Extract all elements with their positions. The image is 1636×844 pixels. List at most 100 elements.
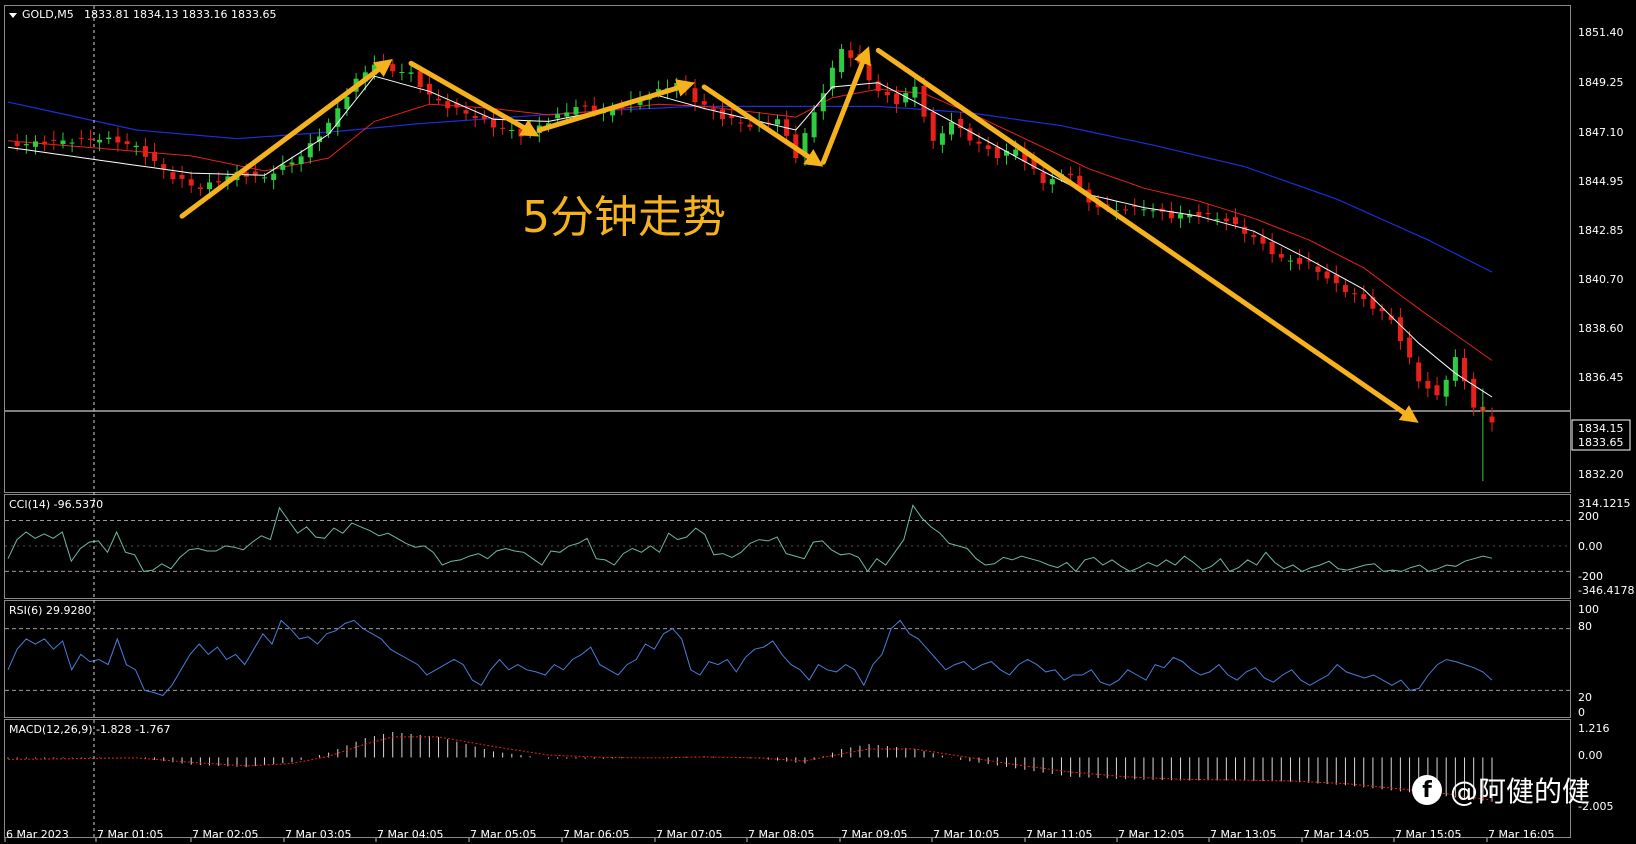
candle-body <box>738 122 744 124</box>
candle-body <box>720 109 725 120</box>
candle-body <box>152 152 158 161</box>
candle-body <box>1269 242 1275 255</box>
rsi-tick-label: 20 <box>1578 691 1592 704</box>
candle-body <box>97 139 103 143</box>
ohlc-values: 1833.81 1834.13 1833.16 1833.65 <box>84 8 276 21</box>
candle-body <box>1416 362 1422 382</box>
candle-body <box>14 141 20 146</box>
candle-body <box>1352 293 1358 295</box>
cci-tick-label: 314.1215 <box>1578 497 1631 510</box>
price-tick-label: 1849.25 <box>1578 76 1624 89</box>
candle-body <box>1324 271 1330 279</box>
candle-body <box>262 177 267 179</box>
candle-body <box>1288 260 1293 262</box>
candle-body <box>1013 149 1019 156</box>
candle-body <box>197 187 203 189</box>
candle-body <box>829 67 835 89</box>
candle-body <box>23 144 29 146</box>
candle-body <box>930 112 936 141</box>
candle-body <box>42 141 48 145</box>
candle-body <box>564 112 570 117</box>
candle-body <box>811 112 817 138</box>
price-tick-label: 1851.40 <box>1578 26 1624 39</box>
candle-body <box>555 114 561 119</box>
price-tick-label: 1842.85 <box>1578 224 1624 237</box>
cci-tick-label: 200 <box>1578 510 1599 523</box>
candle-body <box>573 107 579 115</box>
candle-body <box>775 119 780 125</box>
candle-body <box>1178 214 1183 219</box>
candle-body <box>1278 254 1284 258</box>
time-label: 7 Mar 02:05 <box>192 828 258 841</box>
candle-body <box>472 115 478 119</box>
time-label: 7 Mar 15:05 <box>1395 828 1461 841</box>
candle-body <box>985 145 991 150</box>
cci-tick-label: -200 <box>1578 570 1603 583</box>
rsi-title: RSI(6) 29.9280 <box>9 604 91 617</box>
candle-body <box>445 101 451 109</box>
time-label: 7 Mar 06:05 <box>563 828 629 841</box>
candle-body <box>1471 378 1477 408</box>
candle-body <box>390 64 396 72</box>
macd-title: MACD(12,26,9) -1.828 -1.767 <box>9 723 170 736</box>
candle-body <box>692 88 698 102</box>
candle-body <box>142 146 148 157</box>
time-label: 7 Mar 04:05 <box>377 828 443 841</box>
time-label: 7 Mar 14:05 <box>1303 828 1369 841</box>
candle-body <box>344 96 350 109</box>
candle-body <box>1297 258 1303 264</box>
time-label: 7 Mar 01:05 <box>97 828 163 841</box>
candle-body <box>1452 357 1458 381</box>
macd-tick-label: 0.00 <box>1578 749 1603 762</box>
trading-chart: 1851.40 1849.25 1847.10 1844.95 1842.85 … <box>0 0 1636 844</box>
price-tick-label: 1844.95 <box>1578 175 1624 188</box>
candle-body <box>1196 211 1202 216</box>
candle-body <box>994 147 1000 158</box>
time-label: 7 Mar 10:05 <box>933 828 999 841</box>
candle-body <box>491 118 496 128</box>
candle-body <box>839 49 845 72</box>
symbol-label: GOLD,M5 <box>22 8 74 21</box>
watermark-text: @阿健的健 <box>1449 775 1590 808</box>
candle-body <box>33 141 38 147</box>
watermark: f @阿健的健 <box>1411 770 1590 810</box>
candle-body <box>1333 274 1339 284</box>
last-price-label: 1833.65 <box>1578 436 1624 449</box>
time-label: 7 Mar 08:05 <box>748 828 814 841</box>
candle-body <box>866 64 872 81</box>
candle-body <box>463 110 469 114</box>
candle-body <box>271 173 277 180</box>
cci-title: CCI(14) -96.5370 <box>9 498 103 511</box>
candle-body <box>335 108 341 127</box>
candle-body <box>188 179 194 186</box>
candle-body <box>1205 212 1211 215</box>
candle-body <box>1260 236 1266 244</box>
cci-tick-label: -346.4178 <box>1578 584 1634 597</box>
rsi-tick-label: 0 <box>1578 706 1585 719</box>
candle-body <box>1068 173 1074 176</box>
time-label: 7 Mar 11:05 <box>1026 828 1092 841</box>
price-tick-label: 1832.20 <box>1578 468 1624 481</box>
bid-price-label: 1834.15 <box>1578 422 1624 435</box>
candle-body <box>949 122 954 135</box>
candle-body <box>1251 235 1257 238</box>
time-label: 7 Mar 13:05 <box>1210 828 1276 841</box>
price-tick-label: 1836.45 <box>1578 371 1624 384</box>
candle-body <box>1407 337 1413 358</box>
price-tick-label: 1838.60 <box>1578 322 1624 335</box>
candle-body <box>1315 266 1321 272</box>
candle-body <box>170 172 176 180</box>
candle-body <box>1489 416 1495 423</box>
candle-body <box>1040 172 1046 184</box>
candle-body <box>912 86 918 98</box>
time-label: 6 Mar 2023 <box>6 828 69 841</box>
rsi-tick-label: 100 <box>1578 603 1599 616</box>
candle-body <box>509 130 515 131</box>
cci-tick-label: 0.00 <box>1578 540 1603 553</box>
time-label: 7 Mar 03:05 <box>285 828 351 841</box>
candle-body <box>921 85 927 117</box>
candle-body <box>1049 179 1055 185</box>
time-axis: 6 Mar 2023 7 Mar 01:05 7 Mar 02:05 7 Mar 03… <box>4 828 1554 842</box>
trend-annotation: 5分钟走势 <box>522 192 726 243</box>
time-label: 7 Mar 05:05 <box>470 828 536 841</box>
